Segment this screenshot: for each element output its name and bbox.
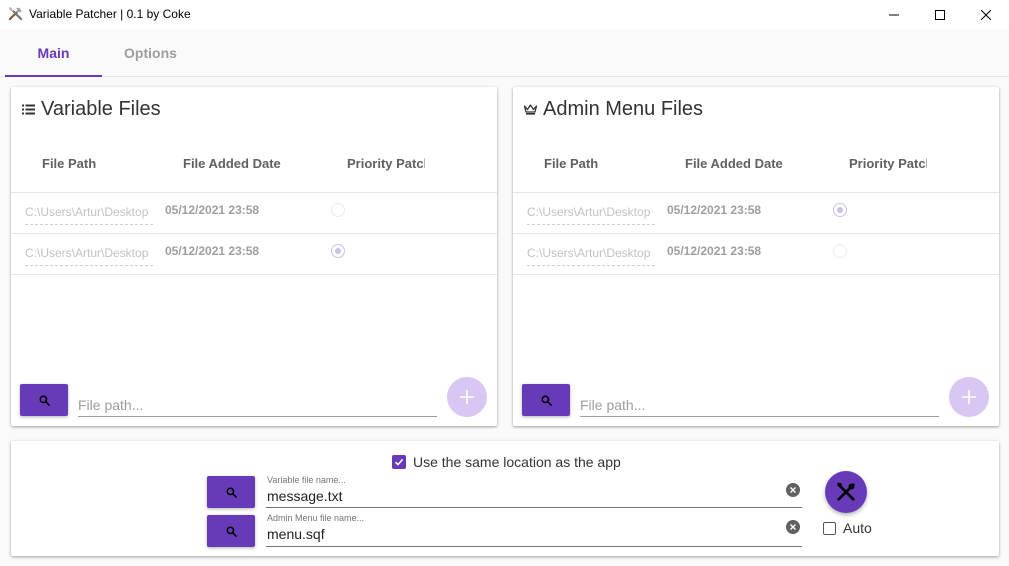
file-path-cell[interactable]: C:\Users\Artur\Desktop (25, 205, 153, 225)
close-icon (790, 487, 796, 493)
file-added-date-cell: 05/12/2021 23:58 (667, 203, 762, 217)
auto-checkbox[interactable]: Auto (823, 520, 872, 536)
table-row[interactable]: C:\Users\Artur\Desktop 05/12/2021 23:58 (513, 233, 999, 275)
variable-file-name-value[interactable]: message.txt (267, 488, 342, 504)
column-header-file-added-date[interactable]: File Added Date (183, 156, 281, 171)
variable-file-name-hint: Variable file name... (267, 475, 346, 485)
browse-variable-file-button[interactable] (20, 384, 68, 416)
checkbox-checked-icon (392, 455, 406, 469)
admin-file-path-input[interactable] (580, 387, 939, 417)
file-path-cell[interactable]: C:\Users\Artur\Desktop (527, 246, 655, 266)
priority-radio[interactable] (833, 244, 847, 258)
admin-menu-files-panel: Admin Menu Files File Path File Added Da… (513, 87, 999, 426)
file-path-cell[interactable]: C:\Users\Artur\Desktop (25, 246, 153, 266)
plus-icon (962, 390, 976, 404)
output-panel: Use the same location as the app Variabl… (11, 441, 999, 556)
close-button[interactable] (963, 0, 1009, 29)
crown-icon (523, 102, 537, 116)
plus-icon (460, 390, 474, 404)
search-icon (39, 395, 50, 406)
admin-menu-file-name-field[interactable]: Admin Menu file name... menu.sqf (266, 513, 802, 547)
priority-radio[interactable] (331, 203, 345, 217)
table-row[interactable]: C:\Users\Artur\Desktop 05/12/2021 23:58 (11, 233, 497, 275)
column-header-priority-patch[interactable]: Priority Patch (347, 156, 425, 171)
priority-radio[interactable] (331, 244, 345, 258)
window-title: Variable Patcher | 0.1 by Coke (29, 7, 191, 21)
clear-admin-menu-file-name-button[interactable] (786, 520, 800, 534)
search-icon (226, 487, 237, 498)
tab-main[interactable]: Main (5, 29, 102, 77)
tab-options[interactable]: Options (102, 29, 199, 77)
variable-file-path-input[interactable] (78, 387, 437, 417)
tools-icon (836, 482, 855, 501)
file-added-date-cell: 05/12/2021 23:58 (667, 244, 762, 258)
column-header-file-path[interactable]: File Path (42, 156, 96, 171)
clear-variable-file-name-button[interactable] (786, 483, 800, 497)
minimize-icon (889, 14, 899, 15)
same-location-checkbox[interactable]: Use the same location as the app (392, 454, 621, 470)
file-path-cell[interactable]: C:\Users\Artur\Desktop (527, 205, 655, 225)
same-location-label: Use the same location as the app (413, 454, 621, 470)
panel-title-text: Variable Files (41, 97, 161, 120)
admin-menu-file-name-hint: Admin Menu file name... (267, 513, 365, 523)
column-header-file-path[interactable]: File Path (544, 156, 598, 171)
panel-title-text: Admin Menu Files (543, 97, 704, 120)
add-admin-file-button[interactable] (949, 377, 989, 417)
variable-files-panel: Variable Files File Path File Added Date… (11, 87, 497, 426)
table-row[interactable]: C:\Users\Artur\Desktop 05/12/2021 23:58 (513, 192, 999, 234)
variable-file-name-field[interactable]: Variable file name... message.txt (266, 475, 802, 508)
panel-title: Variable Files (21, 97, 161, 121)
title-bar: Variable Patcher | 0.1 by Coke (0, 0, 1009, 29)
admin-menu-file-name-value[interactable]: menu.sqf (267, 526, 325, 542)
browse-admin-file-button[interactable] (522, 384, 570, 416)
checkbox-unchecked-icon (823, 521, 836, 535)
close-icon (790, 524, 796, 530)
tab-bar: Main Options (0, 29, 1009, 77)
maximize-button[interactable] (917, 0, 963, 29)
file-added-date-cell: 05/12/2021 23:58 (165, 244, 260, 258)
patch-button[interactable] (825, 471, 867, 513)
search-icon (226, 526, 237, 537)
close-icon (981, 9, 991, 20)
maximize-icon (935, 9, 945, 20)
browse-variable-output-button[interactable] (207, 476, 255, 508)
search-icon (541, 395, 552, 406)
browse-admin-output-button[interactable] (207, 515, 255, 547)
tools-icon (8, 7, 23, 21)
column-header-file-added-date[interactable]: File Added Date (685, 156, 783, 171)
table-row[interactable]: C:\Users\Artur\Desktop 05/12/2021 23:58 (11, 192, 497, 234)
auto-label: Auto (843, 520, 872, 536)
panel-title: Admin Menu Files (523, 97, 703, 121)
list-icon (21, 102, 35, 116)
column-header-priority-patch[interactable]: Priority Patch (849, 156, 927, 171)
priority-radio[interactable] (833, 203, 847, 217)
file-added-date-cell: 05/12/2021 23:58 (165, 203, 260, 217)
add-variable-file-button[interactable] (447, 377, 487, 417)
minimize-button[interactable] (871, 0, 917, 29)
